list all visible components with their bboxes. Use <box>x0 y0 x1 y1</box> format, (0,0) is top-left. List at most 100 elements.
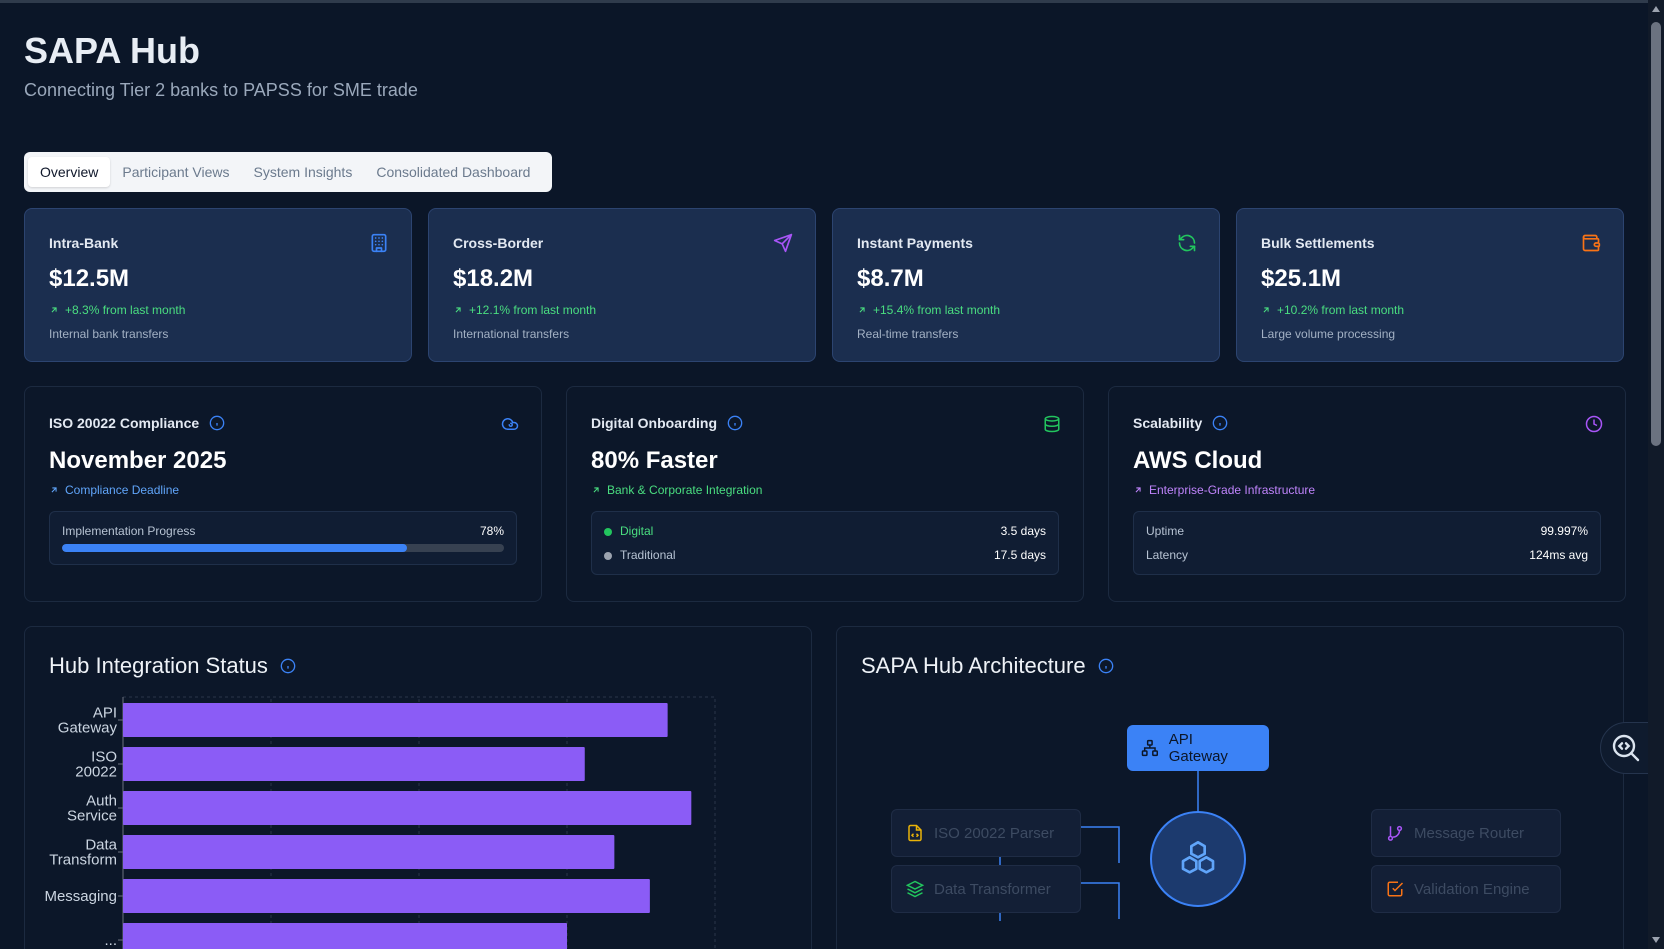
node-label: ISO 20022 Parser <box>934 824 1055 842</box>
comparison-value: 17.5 days <box>993 548 1046 562</box>
boxes-icon <box>1181 841 1215 874</box>
comparison-row-digital: Digital 3.5 days <box>604 524 1046 538</box>
architecture-panel: SAPA Hub Architecture API Gateway ISO 20… <box>836 626 1624 949</box>
metric-header: ISO 20022 Compliance <box>49 415 517 431</box>
hub-core-node[interactable] <box>1150 811 1246 907</box>
kpi-description: Real-time transfers <box>857 327 959 341</box>
stats-value: 124ms avg <box>1529 548 1588 562</box>
comparison-box: Digital 3.5 days Traditional 17.5 days <box>591 511 1059 575</box>
building-icon <box>371 233 387 253</box>
metric-label: ISO 20022 Compliance <box>49 415 200 431</box>
kpi-card-intra-bank: Intra-Bank $12.5M +8.3% from last month … <box>24 208 412 362</box>
metric-card-iso-compliance: ISO 20022 Compliance November 2025 Compl… <box>24 386 542 602</box>
tab-bar: Overview Participant Views System Insigh… <box>24 152 552 192</box>
progress-bar-fill <box>62 544 407 552</box>
scrollbar[interactable] <box>1648 0 1664 949</box>
page-title: SAPA Hub <box>24 30 200 71</box>
comparison-value: 3.5 days <box>1000 524 1046 538</box>
wallet-icon <box>1582 234 1601 252</box>
database-icon <box>1044 415 1060 433</box>
status-dot <box>604 551 612 560</box>
metric-label: Digital Onboarding <box>591 415 717 431</box>
metric-value: 80% Faster <box>591 447 718 474</box>
scroll-up-arrow[interactable] <box>1652 6 1660 12</box>
metric-subtitle-text: Enterprise-Grade Infrastructure <box>1149 483 1316 497</box>
bar-5 <box>123 923 567 949</box>
node-label: Data Transformer <box>934 880 1051 898</box>
progress-box: Implementation Progress 78% <box>49 511 517 565</box>
kpi-label: Cross-Border <box>453 235 544 251</box>
progress-label: Implementation Progress <box>62 524 196 538</box>
kpi-value: $18.2M <box>453 265 534 292</box>
kpi-change: +8.3% from last month <box>49 303 387 317</box>
kpi-label: Intra-Bank <box>49 235 119 251</box>
info-icon[interactable] <box>209 415 225 431</box>
window-top-border <box>0 0 1664 3</box>
arrow-up-right-icon <box>51 487 57 493</box>
file-code-icon <box>908 824 922 842</box>
comparison-label: Traditional <box>604 548 676 562</box>
kpi-description: International transfers <box>453 327 570 341</box>
tab-participant-views[interactable]: Participant Views <box>110 157 241 187</box>
kpi-value: $12.5M <box>49 265 130 292</box>
metric-value: AWS Cloud <box>1133 447 1263 474</box>
kpi-change-text: +10.2% from last month <box>1277 303 1405 317</box>
comparison-label-text: Digital <box>620 524 654 538</box>
git-branch-icon <box>1387 825 1403 841</box>
bar-4 <box>123 879 650 913</box>
arrow-up-right-icon <box>1263 307 1269 313</box>
kpi-change-text: +12.1% from last month <box>469 303 597 317</box>
metric-card-scalability: Scalability AWS Cloud Enterprise-Grade I… <box>1108 386 1626 602</box>
progress-header: Implementation Progress 78% <box>62 524 504 538</box>
arrow-up-right-icon <box>455 307 461 313</box>
metric-card-digital-onboarding: Digital Onboarding 80% Faster Bank & Cor… <box>566 386 1084 602</box>
info-icon[interactable] <box>727 415 743 431</box>
arrow-up-right-icon <box>859 307 865 313</box>
bar-0 <box>123 703 668 737</box>
metric-value: November 2025 <box>49 447 227 474</box>
search-code-icon <box>1612 734 1640 762</box>
kpi-change-text: +8.3% from last month <box>65 303 186 317</box>
category-label: Service <box>67 808 117 825</box>
tab-overview[interactable]: Overview <box>28 157 111 187</box>
progress-bar <box>62 544 504 552</box>
metric-label: Scalability <box>1133 415 1203 431</box>
kpi-card-bulk-settlements: Bulk Settlements $25.1M +10.2% from last… <box>1236 208 1624 362</box>
message-router-node[interactable]: Message Router <box>1371 809 1561 857</box>
api-gateway-label: API Gateway <box>1168 731 1228 765</box>
arrow-up-right-icon <box>51 307 57 313</box>
metric-subtitle: Enterprise-Grade Infrastructure <box>1133 483 1601 497</box>
integration-bar-chart: APIGatewayISO20022AuthServiceDataTransfo… <box>44 696 716 949</box>
iso-parser-node[interactable]: ISO 20022 Parser <box>891 809 1081 857</box>
tab-system-insights[interactable]: System Insights <box>242 157 365 187</box>
progress-percent: 78% <box>479 524 504 538</box>
category-label: ... <box>104 932 117 949</box>
network-icon <box>1141 739 1158 757</box>
tab-consolidated-dashboard[interactable]: Consolidated Dashboard <box>364 157 542 187</box>
kpi-card-cross-border: Cross-Border $18.2M +12.1% from last mon… <box>428 208 816 362</box>
kpi-description: Internal bank transfers <box>49 327 169 341</box>
kpi-card-instant-payments: Instant Payments $8.7M +15.4% from last … <box>832 208 1220 362</box>
info-icon[interactable] <box>1212 415 1228 431</box>
kpi-change: +10.2% from last month <box>1261 303 1599 317</box>
metric-row: ISO 20022 Compliance November 2025 Compl… <box>24 386 1626 602</box>
stats-row-uptime: Uptime 99.997% <box>1146 524 1588 538</box>
refresh-icon <box>1178 234 1196 252</box>
metric-subtitle-text: Compliance Deadline <box>65 483 180 497</box>
scroll-thumb[interactable] <box>1651 22 1661 446</box>
cloud-sync-icon <box>501 418 519 430</box>
category-label: 20022 <box>75 764 117 781</box>
kpi-value: $8.7M <box>857 265 924 292</box>
code-inspect-button[interactable] <box>1600 722 1652 774</box>
stats-label: Latency <box>1146 548 1189 562</box>
validation-engine-node[interactable]: Validation Engine <box>1371 865 1561 913</box>
node-label: Validation Engine <box>1414 880 1530 898</box>
bar-2 <box>123 791 692 825</box>
api-gateway-node[interactable]: API Gateway <box>1127 725 1269 771</box>
metric-subtitle-text: Bank & Corporate Integration <box>607 483 763 497</box>
scroll-down-arrow[interactable] <box>1652 937 1660 943</box>
kpi-change: +12.1% from last month <box>453 303 791 317</box>
check-square-icon <box>1387 881 1404 897</box>
kpi-change: +15.4% from last month <box>857 303 1195 317</box>
data-transformer-node[interactable]: Data Transformer <box>891 865 1081 913</box>
